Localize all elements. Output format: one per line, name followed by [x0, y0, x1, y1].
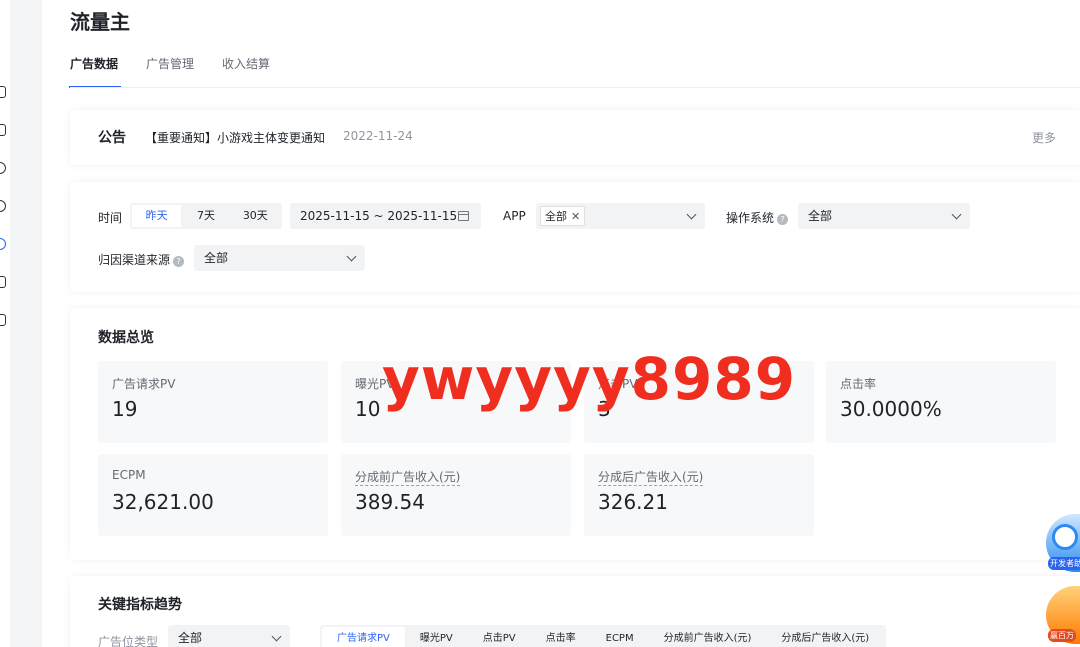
time-range-segment: 昨天 7天 30天 — [130, 203, 282, 229]
notice-card: 公告 【重要通知】小游戏主体变更通知 2022-11-24 更多 — [70, 110, 1080, 165]
trend-card: 关键指标趋势 广告位类型 全部 广告请求PV 曝光PV 点击PV 点击率 ECP… — [70, 576, 1080, 647]
stat-card: ECPM 32,621.00 — [98, 454, 328, 536]
doc-icon[interactable] — [0, 86, 6, 98]
slot-type-select[interactable]: 全部 — [168, 625, 290, 647]
chevron-down-icon — [271, 631, 282, 642]
filter-card: 时间 昨天 7天 30天 2025-11-15 ~ 2025-11-15 APP… — [70, 182, 1080, 292]
promo-label: 赢百万 — [1048, 629, 1076, 642]
app-tag: 全部 ✕ — [540, 206, 586, 226]
watermark-text: ywyyyy8989 — [382, 345, 797, 413]
channel-select-value: 全部 — [204, 251, 229, 265]
user-icon[interactable] — [0, 200, 6, 212]
chevron-down-icon — [951, 209, 962, 220]
os-label: 操作系统? — [726, 209, 789, 226]
globe-icon[interactable] — [0, 162, 6, 174]
stat-value: 10 — [355, 397, 381, 421]
metric-tab-request-pv[interactable]: 广告请求PV — [322, 627, 405, 647]
notice-date: 2022-11-24 — [343, 129, 413, 143]
top-tabs: 广告数据 广告管理 收入结算 — [68, 56, 298, 88]
time-option-yesterday[interactable]: 昨天 — [132, 205, 182, 227]
slot-type-label: 广告位类型 — [98, 635, 159, 647]
stat-card: 分成前广告收入(元) 389.54 — [341, 454, 571, 536]
time-option-7d[interactable]: 7天 — [181, 205, 230, 227]
stat-value: 30.0000% — [840, 397, 942, 421]
tabs-divider — [70, 87, 1080, 88]
metric-tab-click-pv[interactable]: 点击PV — [468, 627, 531, 647]
channel-label-text: 归因渠道来源 — [98, 253, 171, 267]
chevron-down-icon — [686, 209, 697, 220]
stat-label: 广告请求PV — [112, 377, 176, 391]
help-icon[interactable]: ? — [777, 214, 789, 225]
tab-income-settlement[interactable]: 收入结算 — [222, 56, 270, 88]
slot-type-value: 全部 — [178, 631, 203, 645]
os-label-text: 操作系统 — [726, 211, 775, 225]
metric-tab-exposure-pv[interactable]: 曝光PV — [405, 627, 468, 647]
trend-title: 关键指标趋势 — [98, 597, 182, 613]
app-tag-label: 全部 — [545, 210, 567, 223]
overview-title: 数据总览 — [98, 330, 154, 346]
side-nav-rail — [0, 0, 10, 647]
date-range-value: 2025-11-15 ~ 2025-11-15 — [300, 209, 458, 223]
stat-label[interactable]: 分成后广告收入(元) — [598, 468, 704, 486]
notice-label: 公告 — [98, 130, 126, 146]
metric-tab-pre-share-income[interactable]: 分成前广告收入(元) — [649, 627, 767, 647]
stat-value: 19 — [112, 397, 138, 421]
stat-label[interactable]: 分成前广告收入(元) — [355, 468, 461, 486]
stat-value: 32,621.00 — [112, 490, 214, 514]
settings-icon[interactable] — [0, 314, 6, 326]
time-option-30d[interactable]: 30天 — [231, 205, 280, 227]
chevron-right-icon[interactable] — [0, 276, 6, 288]
chevron-down-icon — [346, 251, 357, 262]
metric-tabs: 广告请求PV 曝光PV 点击PV 点击率 ECPM 分成前广告收入(元) 分成后… — [320, 625, 887, 647]
close-icon[interactable]: ✕ — [571, 210, 580, 223]
notice-link[interactable]: 【重要通知】小游戏主体变更通知 — [145, 129, 325, 146]
stat-card: 分成后广告收入(元) 326.21 — [584, 454, 814, 536]
channel-label: 归因渠道来源? — [98, 251, 185, 268]
main-page: 流量主 广告数据 广告管理 收入结算 公告 【重要通知】小游戏主体变更通知 20… — [42, 0, 1080, 647]
calendar-icon — [458, 211, 469, 221]
metric-tab-ecpm[interactable]: ECPM — [591, 627, 649, 647]
tab-ad-management[interactable]: 广告管理 — [146, 56, 194, 88]
time-label: 时间 — [98, 211, 123, 225]
stat-label: 点击率 — [840, 377, 877, 391]
date-range-picker[interactable]: 2025-11-15 ~ 2025-11-15 — [290, 203, 481, 229]
app-select[interactable]: 全部 ✕ — [536, 203, 705, 229]
metric-tab-ctr[interactable]: 点击率 — [531, 627, 591, 647]
chart-icon[interactable] — [0, 238, 6, 250]
channel-select[interactable]: 全部 — [194, 245, 365, 271]
tab-ad-data[interactable]: 广告数据 — [68, 56, 122, 88]
help-icon[interactable]: ? — [173, 256, 185, 267]
robot-icon — [1052, 524, 1078, 550]
notice-more-link[interactable]: 更多 — [1032, 129, 1056, 146]
stat-card: 广告请求PV 19 — [98, 361, 328, 443]
stat-label: ECPM — [112, 468, 146, 482]
page-title: 流量主 — [70, 10, 130, 34]
stat-card: 点击率 30.0000% — [826, 361, 1056, 443]
stat-value: 389.54 — [355, 490, 425, 514]
metric-tab-post-share-income[interactable]: 分成后广告收入(元) — [766, 627, 884, 647]
box-icon[interactable] — [0, 124, 6, 136]
developer-assistant-label: 开发者助 — [1048, 557, 1080, 570]
stat-value: 326.21 — [598, 490, 668, 514]
app-label: APP — [503, 209, 526, 223]
os-select[interactable]: 全部 — [798, 203, 970, 229]
os-select-value: 全部 — [808, 209, 833, 223]
